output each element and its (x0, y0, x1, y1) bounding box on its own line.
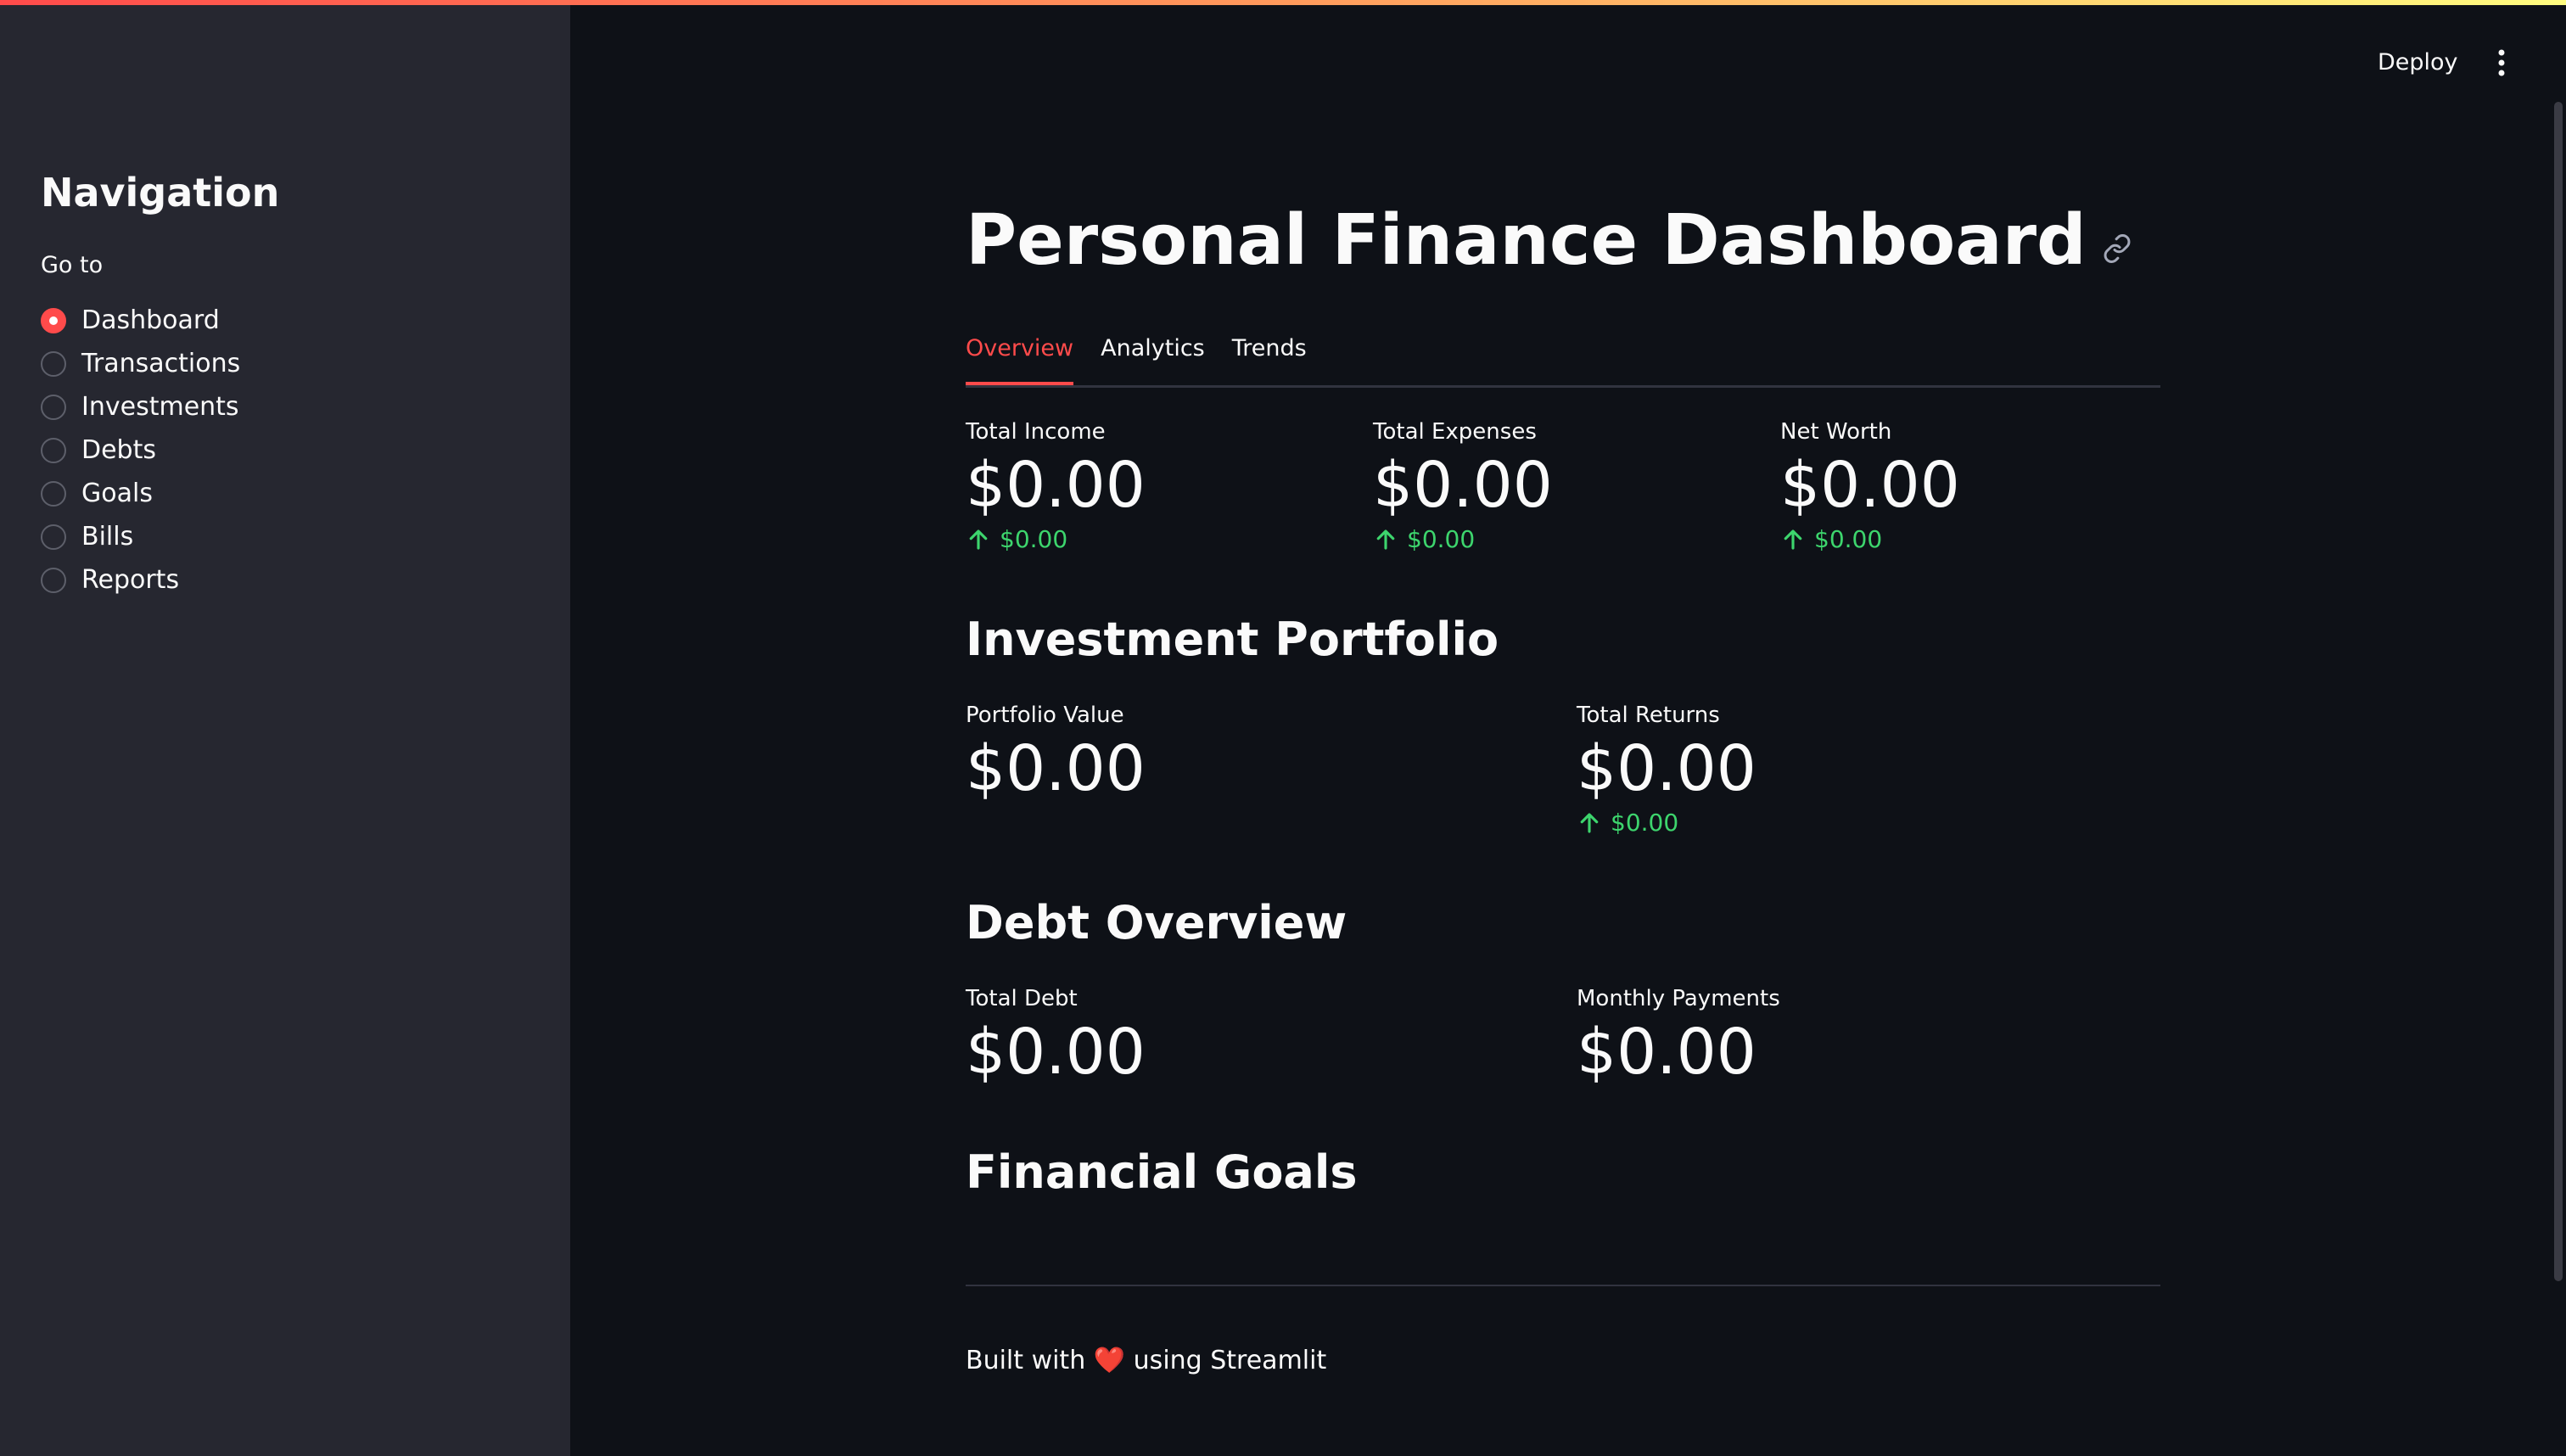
nav-item-label: Transactions (81, 349, 241, 378)
investment-portfolio-heading: Investment Portfolio (966, 613, 1499, 666)
tab-bar: Overview Analytics Trends (966, 328, 2160, 388)
metric-delta: $0.00 (1577, 809, 1756, 837)
metric-net-worth: Net Worth $0.00 $0.00 (1780, 419, 1960, 553)
deploy-button[interactable]: Deploy (2367, 44, 2468, 81)
metric-delta-value: $0.00 (1814, 525, 1883, 554)
nav-item-label: Bills (81, 522, 134, 552)
top-decoration-bar (0, 0, 2566, 5)
metric-label: Portfolio Value (966, 703, 1124, 728)
metric-total-returns: Total Returns $0.00 $0.00 (1577, 703, 1756, 837)
metric-total-debt: Total Debt $0.00 (966, 986, 1146, 1087)
radio-button-icon (41, 394, 66, 420)
metric-total-expenses: Total Expenses $0.00 $0.00 (1373, 419, 1553, 553)
scrollbar[interactable] (2554, 102, 2563, 1281)
radio-button-icon (41, 567, 66, 593)
metric-value: $0.00 (1577, 1016, 1756, 1089)
metric-total-income: Total Income $0.00 $0.00 (966, 419, 1146, 553)
tab-analytics[interactable]: Analytics (1101, 328, 1205, 385)
nav-item-transactions[interactable]: Transactions (41, 342, 240, 385)
metric-delta-value: $0.00 (1611, 809, 1679, 837)
sidebar-title: Navigation (41, 170, 280, 216)
metric-value: $0.00 (966, 732, 1146, 805)
metric-delta: $0.00 (1373, 525, 1553, 553)
nav-item-label: Debts (81, 435, 156, 465)
metric-label: Total Income (966, 419, 1106, 445)
metric-value: $0.00 (966, 1016, 1146, 1089)
metric-value: $0.00 (966, 449, 1146, 522)
metric-delta: $0.00 (1780, 525, 1960, 553)
nav-radio-group: Dashboard Transactions Investments Debts… (41, 299, 240, 602)
radio-button-selected-icon (41, 307, 66, 333)
footer-suffix: using Streamlit (1133, 1346, 1327, 1375)
arrow-up-icon (1376, 529, 1395, 550)
financial-goals-heading: Financial Goals (966, 1145, 1358, 1199)
page-title-row: Personal Finance Dashboard (966, 200, 2132, 281)
arrow-up-icon (1784, 529, 1802, 550)
metric-value: $0.00 (1577, 732, 1756, 805)
metric-label: Total Debt (966, 986, 1078, 1011)
nav-item-label: Dashboard (81, 305, 220, 335)
footer-prefix: Built with (966, 1346, 1086, 1375)
debt-overview-heading: Debt Overview (966, 896, 1347, 949)
metric-value: $0.00 (1373, 449, 1553, 522)
metric-delta-value: $0.00 (1000, 525, 1068, 554)
arrow-up-icon (969, 529, 988, 550)
tab-overview[interactable]: Overview (966, 328, 1074, 385)
sidebar: Navigation Go to Dashboard Transactions … (0, 0, 570, 1456)
radio-button-icon (41, 437, 66, 463)
nav-item-label: Goals (81, 479, 153, 508)
footer: Built with ❤️ using Streamlit (966, 1346, 1326, 1375)
radio-button-icon (41, 480, 66, 507)
metric-portfolio-value: Portfolio Value $0.00 (966, 703, 1146, 804)
heart-icon: ❤️ (1093, 1346, 1126, 1375)
metric-label: Total Expenses (1373, 419, 1537, 445)
radio-group-label: Go to (41, 252, 104, 278)
page-title: Personal Finance Dashboard (966, 200, 2087, 281)
link-icon[interactable] (2102, 233, 2132, 264)
metric-delta: $0.00 (966, 525, 1146, 553)
nav-item-bills[interactable]: Bills (41, 515, 240, 558)
divider (966, 1285, 2160, 1286)
arrow-up-icon (1580, 813, 1599, 833)
nav-item-label: Reports (81, 565, 180, 595)
nav-item-debts[interactable]: Debts (41, 428, 240, 472)
metric-value: $0.00 (1780, 449, 1960, 522)
nav-item-reports[interactable]: Reports (41, 558, 240, 602)
radio-button-icon (41, 350, 66, 377)
nav-item-dashboard[interactable]: Dashboard (41, 299, 240, 342)
metric-monthly-payments: Monthly Payments $0.00 (1577, 986, 1780, 1087)
nav-item-label: Investments (81, 392, 239, 422)
nav-item-goals[interactable]: Goals (41, 472, 240, 515)
nav-item-investments[interactable]: Investments (41, 385, 240, 428)
radio-button-icon (41, 524, 66, 550)
metric-label: Net Worth (1780, 419, 1892, 445)
metric-delta-value: $0.00 (1407, 525, 1476, 554)
tab-trends[interactable]: Trends (1232, 328, 1307, 385)
metric-label: Total Returns (1577, 703, 1720, 728)
metric-label: Monthly Payments (1577, 986, 1780, 1011)
kebab-menu-icon[interactable] (2488, 46, 2515, 80)
